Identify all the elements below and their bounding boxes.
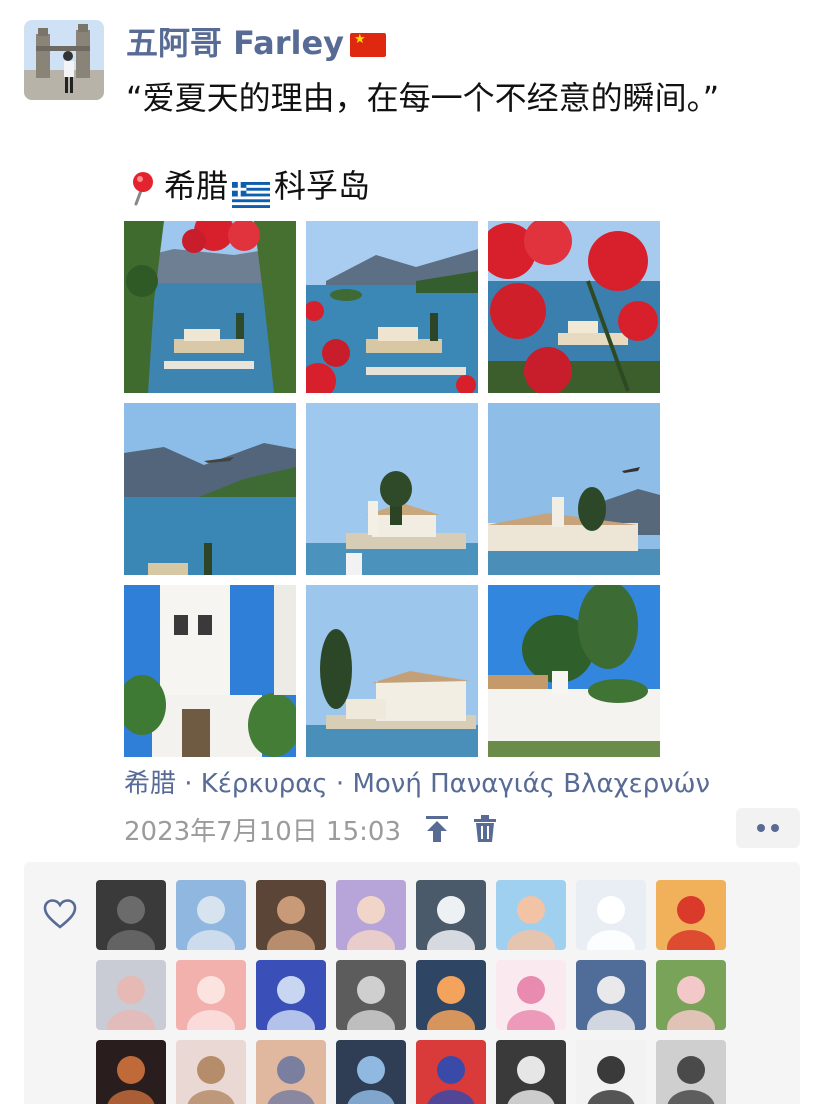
liker-3-avatar[interactable] (256, 880, 326, 950)
liker-17-avatar[interactable] (96, 1040, 166, 1104)
liker-13-avatar[interactable] (416, 960, 486, 1030)
trash-icon[interactable] (469, 813, 501, 845)
location-country: 希腊 (164, 167, 229, 205)
photo-monastery-cypress[interactable] (306, 585, 478, 757)
author-name-text: 五阿哥 Farley (126, 24, 345, 62)
liker-1-avatar[interactable] (96, 880, 166, 950)
post-meta: 2023年7月10日 15:03 (124, 810, 501, 848)
liker-24-avatar[interactable] (656, 1040, 726, 1104)
liker-10-avatar[interactable] (176, 960, 246, 1030)
liker-5-avatar[interactable] (416, 880, 486, 950)
photo-flowers-foreground[interactable] (488, 221, 660, 393)
post-timestamp: 2023年7月10日 15:03 (124, 816, 401, 847)
liker-4-avatar[interactable] (336, 880, 406, 950)
post-quote: “爱夏天的理由，在每一个不经意的瞬间。” (126, 79, 720, 117)
location-pin-icon (126, 170, 158, 206)
location-place: 科孚岛 (274, 167, 371, 205)
liker-8-avatar[interactable] (656, 880, 726, 950)
photo-bell-tower[interactable] (124, 585, 296, 757)
post-location-tag: 希腊 科孚岛 (126, 164, 370, 208)
liker-18-avatar[interactable] (176, 1040, 246, 1104)
flag-greece-icon (232, 175, 271, 208)
author-avatar[interactable] (24, 20, 104, 100)
liker-20-avatar[interactable] (336, 1040, 406, 1104)
photo-monastery-plane[interactable] (488, 403, 660, 575)
more-dots-icon[interactable] (736, 808, 800, 848)
liker-23-avatar[interactable] (576, 1040, 646, 1104)
flag-china-icon (350, 33, 387, 57)
pin-top-icon[interactable] (421, 813, 453, 845)
liker-16-avatar[interactable] (656, 960, 726, 1030)
photo-grid (124, 221, 660, 757)
liker-12-avatar[interactable] (336, 960, 406, 1030)
heart-outline-icon (42, 898, 78, 930)
photo-harbor-flowers-left[interactable] (124, 221, 296, 393)
liker-15-avatar[interactable] (576, 960, 646, 1030)
liker-2-avatar[interactable] (176, 880, 246, 950)
photo-white-wall-tree[interactable] (488, 585, 660, 757)
liker-14-avatar[interactable] (496, 960, 566, 1030)
liker-21-avatar[interactable] (416, 1040, 486, 1104)
liker-9-avatar[interactable] (96, 960, 166, 1030)
author-name[interactable]: 五阿哥 Farley (126, 22, 387, 64)
liker-11-avatar[interactable] (256, 960, 326, 1030)
photo-plane-over-coast[interactable] (124, 403, 296, 575)
liker-22-avatar[interactable] (496, 1040, 566, 1104)
liker-7-avatar[interactable] (576, 880, 646, 950)
liker-19-avatar[interactable] (256, 1040, 326, 1104)
location-link[interactable]: 希腊 · Κέρκυρας · Μονή Παναγιάς Βλαχερνών (124, 766, 710, 802)
photo-monastery-island[interactable] (306, 403, 478, 575)
likes-panel (24, 862, 800, 1104)
dot (757, 824, 765, 832)
dot (771, 824, 779, 832)
liker-6-avatar[interactable] (496, 880, 566, 950)
photo-harbor-view[interactable] (306, 221, 478, 393)
